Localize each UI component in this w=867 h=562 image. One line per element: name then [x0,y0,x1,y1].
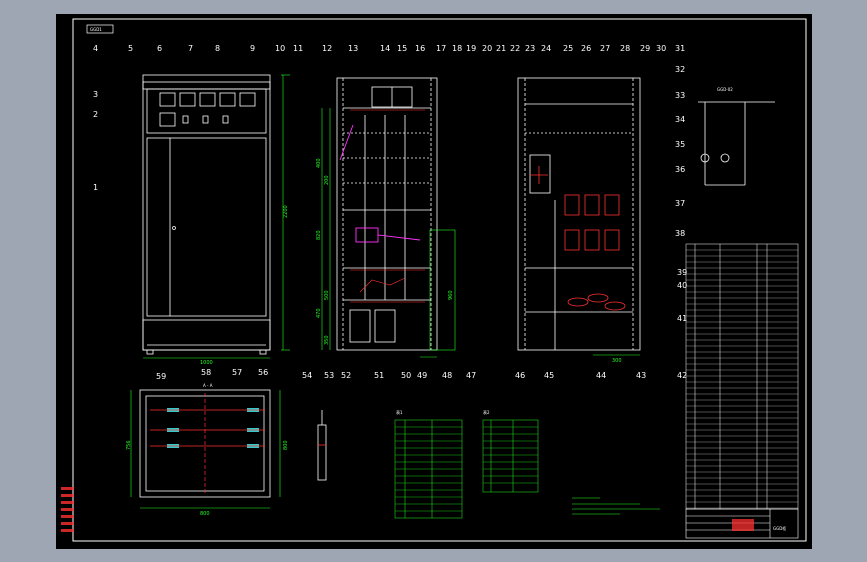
callout-3: 3 [93,90,98,99]
callout-45: 45 [544,371,554,380]
callout-17: 17 [436,44,446,53]
callout-23: 23 [525,44,535,53]
callout-22: 22 [510,44,520,53]
callout-12: 12 [322,44,332,53]
callout-41: 41 [677,314,687,323]
front-width-dim: 1000 [200,360,213,366]
middle-dim-1: 200 [324,175,330,185]
callout-36: 36 [675,165,685,174]
callout-9: 9 [250,44,255,53]
callout-32: 32 [675,65,685,74]
callout-14: 14 [380,44,390,53]
callout-5: 5 [128,44,133,53]
callout-16: 16 [415,44,425,53]
callout-35: 35 [675,140,685,149]
callout-57: 57 [232,368,242,377]
callout-26: 26 [581,44,591,53]
side-bottom-dim: 300 [612,358,622,364]
callout-54: 54 [302,371,312,380]
callout-29: 29 [640,44,650,53]
callout-37: 37 [675,199,685,208]
middle-dim-5: 350 [324,335,330,345]
callout-58: 58 [201,368,211,377]
callout-2: 2 [93,110,98,119]
title-block-caption: GGD柜 [773,525,786,531]
title-block-stamp [732,519,754,531]
callout-56: 56 [258,368,268,377]
plan-depth-left-dim: 756 [126,440,132,450]
callout-33: 33 [675,91,685,100]
callout-52: 52 [341,371,351,380]
table-1-title: 表1 [396,409,403,415]
callout-25: 25 [563,44,573,53]
callout-27: 27 [600,44,610,53]
middle-dim-0: 400 [316,158,322,168]
callout-47: 47 [466,371,476,380]
callout-19: 19 [466,44,476,53]
middle-dim-2: 820 [316,230,322,240]
callout-59: 59 [156,372,166,381]
plan-depth-right-dim: 800 [283,440,289,450]
callout-53: 53 [324,371,334,380]
callout-34: 34 [675,115,685,124]
callout-21: 21 [496,44,506,53]
callout-44: 44 [596,371,606,380]
callout-20: 20 [482,44,492,53]
callout-48: 48 [442,371,452,380]
callout-4: 4 [93,44,98,53]
callout-8: 8 [215,44,220,53]
front-height-dim: 2200 [283,205,289,218]
callout-15: 15 [397,44,407,53]
callout-46: 46 [515,371,525,380]
callout-43: 43 [636,371,646,380]
callout-51: 51 [374,371,384,380]
callout-11: 11 [293,44,303,53]
middle-dim-4: 470 [316,308,322,318]
callout-10: 10 [275,44,285,53]
callout-28: 28 [620,44,630,53]
callout-40: 40 [677,281,687,290]
callout-30: 30 [656,44,666,53]
header-tag: GGD1 [90,27,102,32]
callout-18: 18 [452,44,462,53]
drawing-sheet [56,14,812,549]
plan-label: A - A [203,383,213,388]
middle-right-dim: 960 [448,290,454,300]
callout-49: 49 [417,371,427,380]
plan-width-dim: 800 [200,511,210,517]
callout-13: 13 [348,44,358,53]
callout-24: 24 [541,44,551,53]
callout-42: 42 [677,371,687,380]
callout-39: 39 [677,268,687,277]
callout-50: 50 [401,371,411,380]
callout-6: 6 [157,44,162,53]
table-2-title: 表2 [483,409,490,415]
callout-1: 1 [93,183,98,192]
callout-31: 31 [675,44,685,53]
callout-7: 7 [188,44,193,53]
callout-38: 38 [675,229,685,238]
middle-dim-3: 500 [324,290,330,300]
circuit-label: GGD-02 [717,87,733,92]
cad-model-space[interactable]: GGD1 1000 2200 400 200 820 500 470 350 9… [0,0,867,562]
